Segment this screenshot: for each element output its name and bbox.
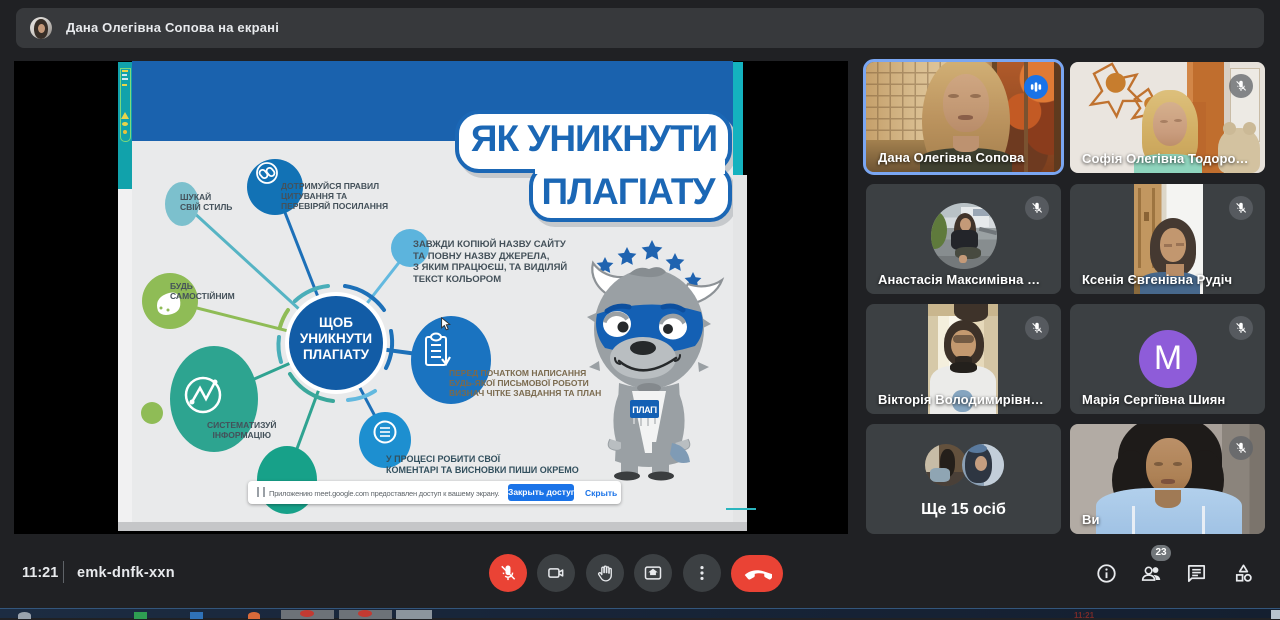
svg-text:ПЛАГІАТУ: ПЛАГІАТУ (303, 347, 370, 362)
svg-text:ЩОБ: ЩОБ (319, 315, 353, 330)
svg-text:УНИКНУТИ: УНИКНУТИ (300, 331, 372, 346)
svg-text:ПЛАГІ: ПЛАГІ (632, 405, 656, 415)
